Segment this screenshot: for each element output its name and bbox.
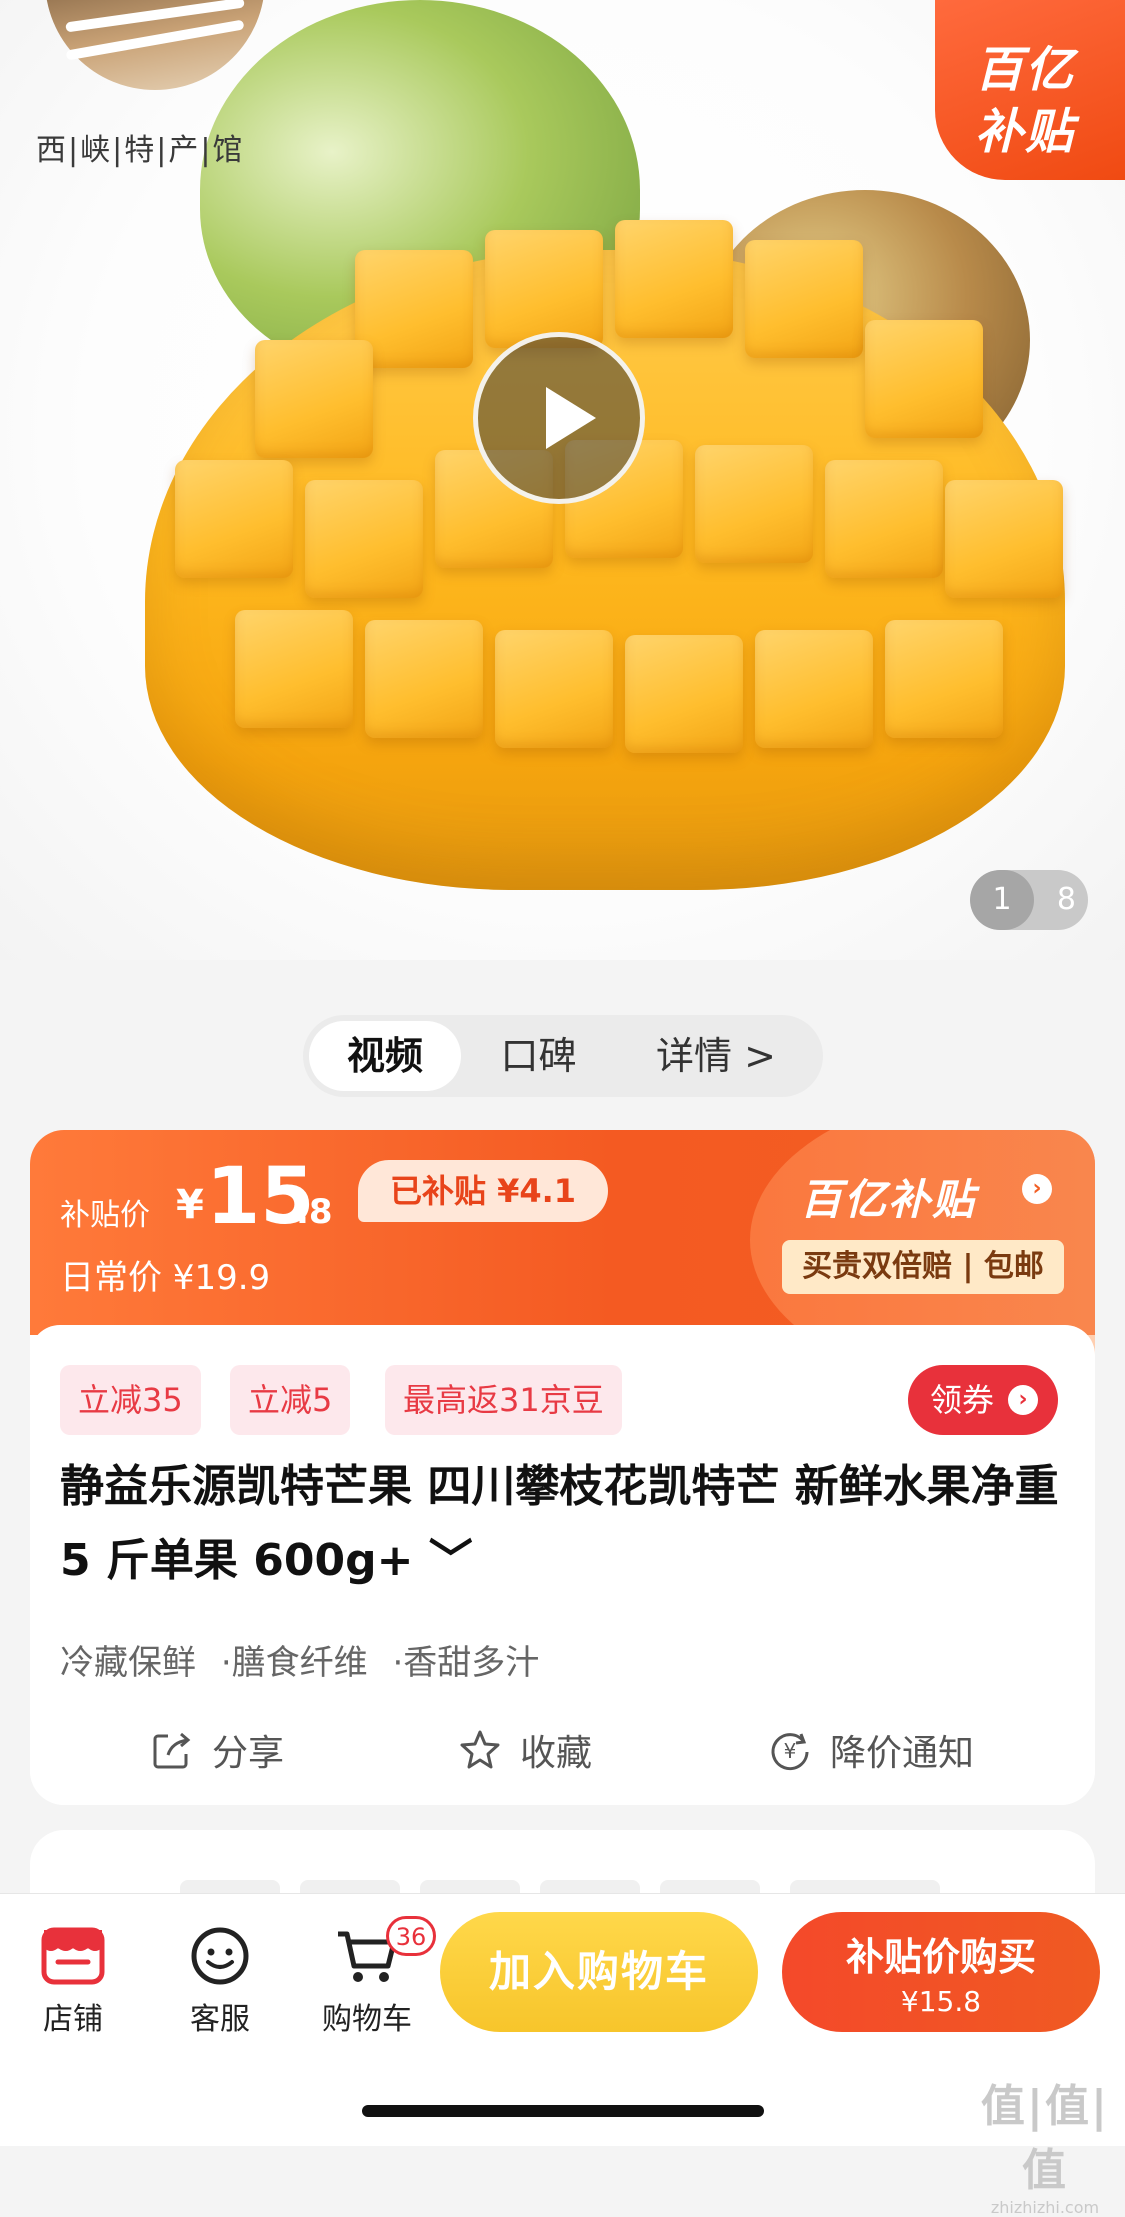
price-alert-label: 降价通知 <box>830 1733 975 1774</box>
coupon-tag: 立减35 <box>60 1365 201 1435</box>
favorite-button[interactable]: 收藏 <box>458 1710 592 1790</box>
cart-label: 购物车 <box>322 2002 412 2037</box>
pager-current: 1 <box>970 870 1034 930</box>
chevron-right-icon: › <box>1022 1174 1052 1204</box>
subsidy-price-banner[interactable]: 补贴价 ¥ 15 .8 已补贴 ¥4.1 日常价 ¥19.9 百亿补贴 › 买贵… <box>30 1130 1095 1390</box>
share-label: 分享 <box>212 1733 285 1774</box>
share-button[interactable]: 分享 <box>150 1710 284 1790</box>
product-details: 立减35 立减5 最高返31京豆 领券 › 静益乐源凯特芒果 四川攀枝花凯特芒 … <box>30 1325 1095 1805</box>
get-coupon-label: 领券 <box>930 1381 995 1419</box>
tab-video[interactable]: 视频 <box>309 1021 461 1091</box>
buy-button-price: ¥15.8 <box>900 1985 982 2018</box>
feature-tag: ·膳食纤维 <box>220 1643 368 1683</box>
smiley-chat-icon <box>191 1927 249 1985</box>
price-alert-button[interactable]: ¥ 降价通知 <box>768 1710 974 1790</box>
home-indicator[interactable] <box>362 2105 764 2117</box>
cart-button[interactable]: 36 购物车 <box>312 1916 436 2038</box>
store-label: 店铺 <box>43 2002 103 2037</box>
tab-details[interactable]: 详情 > <box>616 1021 816 1091</box>
subsidy-badge: 百亿 补贴 <box>935 0 1125 180</box>
store-button[interactable]: 店铺 <box>18 1924 128 2038</box>
svg-text:¥: ¥ <box>784 1739 797 1763</box>
add-to-cart-button[interactable]: 加入购物车 <box>440 1912 758 2032</box>
subsidy-badge-line1: 百亿 <box>975 42 1076 98</box>
watermark-url: zhizhizhi.com <box>990 2198 1100 2217</box>
chevron-right-icon: › <box>1008 1385 1038 1415</box>
product-image-carousel[interactable]: 西|峡|特|产|馆 百亿 补贴 1 8 <box>0 0 1125 960</box>
watermark: 值|值|值 zhizhizhi.com <box>975 2070 1115 2217</box>
product-title[interactable]: 静益乐源凯特芒果 四川攀枝花凯特芒 新鲜水果净重 5 斤单果 600g+ ﹀ <box>60 1450 1070 1598</box>
store-icon <box>41 1927 105 1985</box>
image-pager: 1 8 <box>970 870 1088 930</box>
product-actions: 分享 收藏 ¥ 降价通知 <box>30 1710 1095 1790</box>
get-coupon-button[interactable]: 领券 › <box>908 1365 1058 1435</box>
product-features: 冷藏保鲜 ·膳食纤维 ·香甜多汁 <box>60 1635 553 1684</box>
product-info-card: 补贴价 ¥ 15 .8 已补贴 ¥4.1 日常价 ¥19.9 百亿补贴 › 买贵… <box>30 1130 1095 1805</box>
subsidized-amount-chip: 已补贴 ¥4.1 <box>358 1160 608 1222</box>
regular-price: 日常价 ¥19.9 <box>60 1258 271 1298</box>
subsidy-buy-button[interactable]: 补贴价购买 ¥15.8 <box>782 1912 1100 2032</box>
buy-button-label: 补贴价购买 <box>845 1935 1036 1979</box>
pager-total: 8 <box>1056 882 1076 917</box>
price-currency: ¥ <box>176 1182 204 1228</box>
price-alert-icon: ¥ <box>771 1733 809 1771</box>
subsidy-price-label: 补贴价 <box>60 1198 150 1233</box>
watermark-logo: 值|值|值 <box>980 2081 1110 2196</box>
price-decimal: .8 <box>296 1192 333 1232</box>
subsidy-brand: 百亿补贴 <box>800 1175 977 1224</box>
customer-service-button[interactable]: 客服 <box>165 1924 275 2038</box>
customer-service-label: 客服 <box>190 2002 250 2037</box>
logo-text: 西|峡|特|产|馆 <box>36 133 245 168</box>
coupon-tag: 立减5 <box>230 1365 351 1435</box>
subsidy-badge-line2: 补贴 <box>975 104 1076 160</box>
share-icon <box>153 1732 191 1769</box>
feature-tag: 冷藏保鲜 <box>60 1643 196 1683</box>
star-icon <box>460 1730 500 1769</box>
favorite-label: 收藏 <box>520 1733 593 1774</box>
logo-mark-icon <box>45 0 265 90</box>
store-logo: 西|峡|特|产|馆 <box>30 0 270 170</box>
tab-reviews[interactable]: 口碑 <box>461 1021 616 1091</box>
coupon-tag: 最高返31京豆 <box>385 1365 622 1435</box>
play-video-button[interactable] <box>473 332 645 504</box>
guarantee-tagline: 买贵双倍赔 | 包邮 <box>782 1240 1064 1294</box>
cart-count-badge: 36 <box>386 1916 436 1956</box>
media-tabs: 视频 口碑 详情 > <box>303 1015 823 1097</box>
feature-tag: ·香甜多汁 <box>392 1643 540 1683</box>
